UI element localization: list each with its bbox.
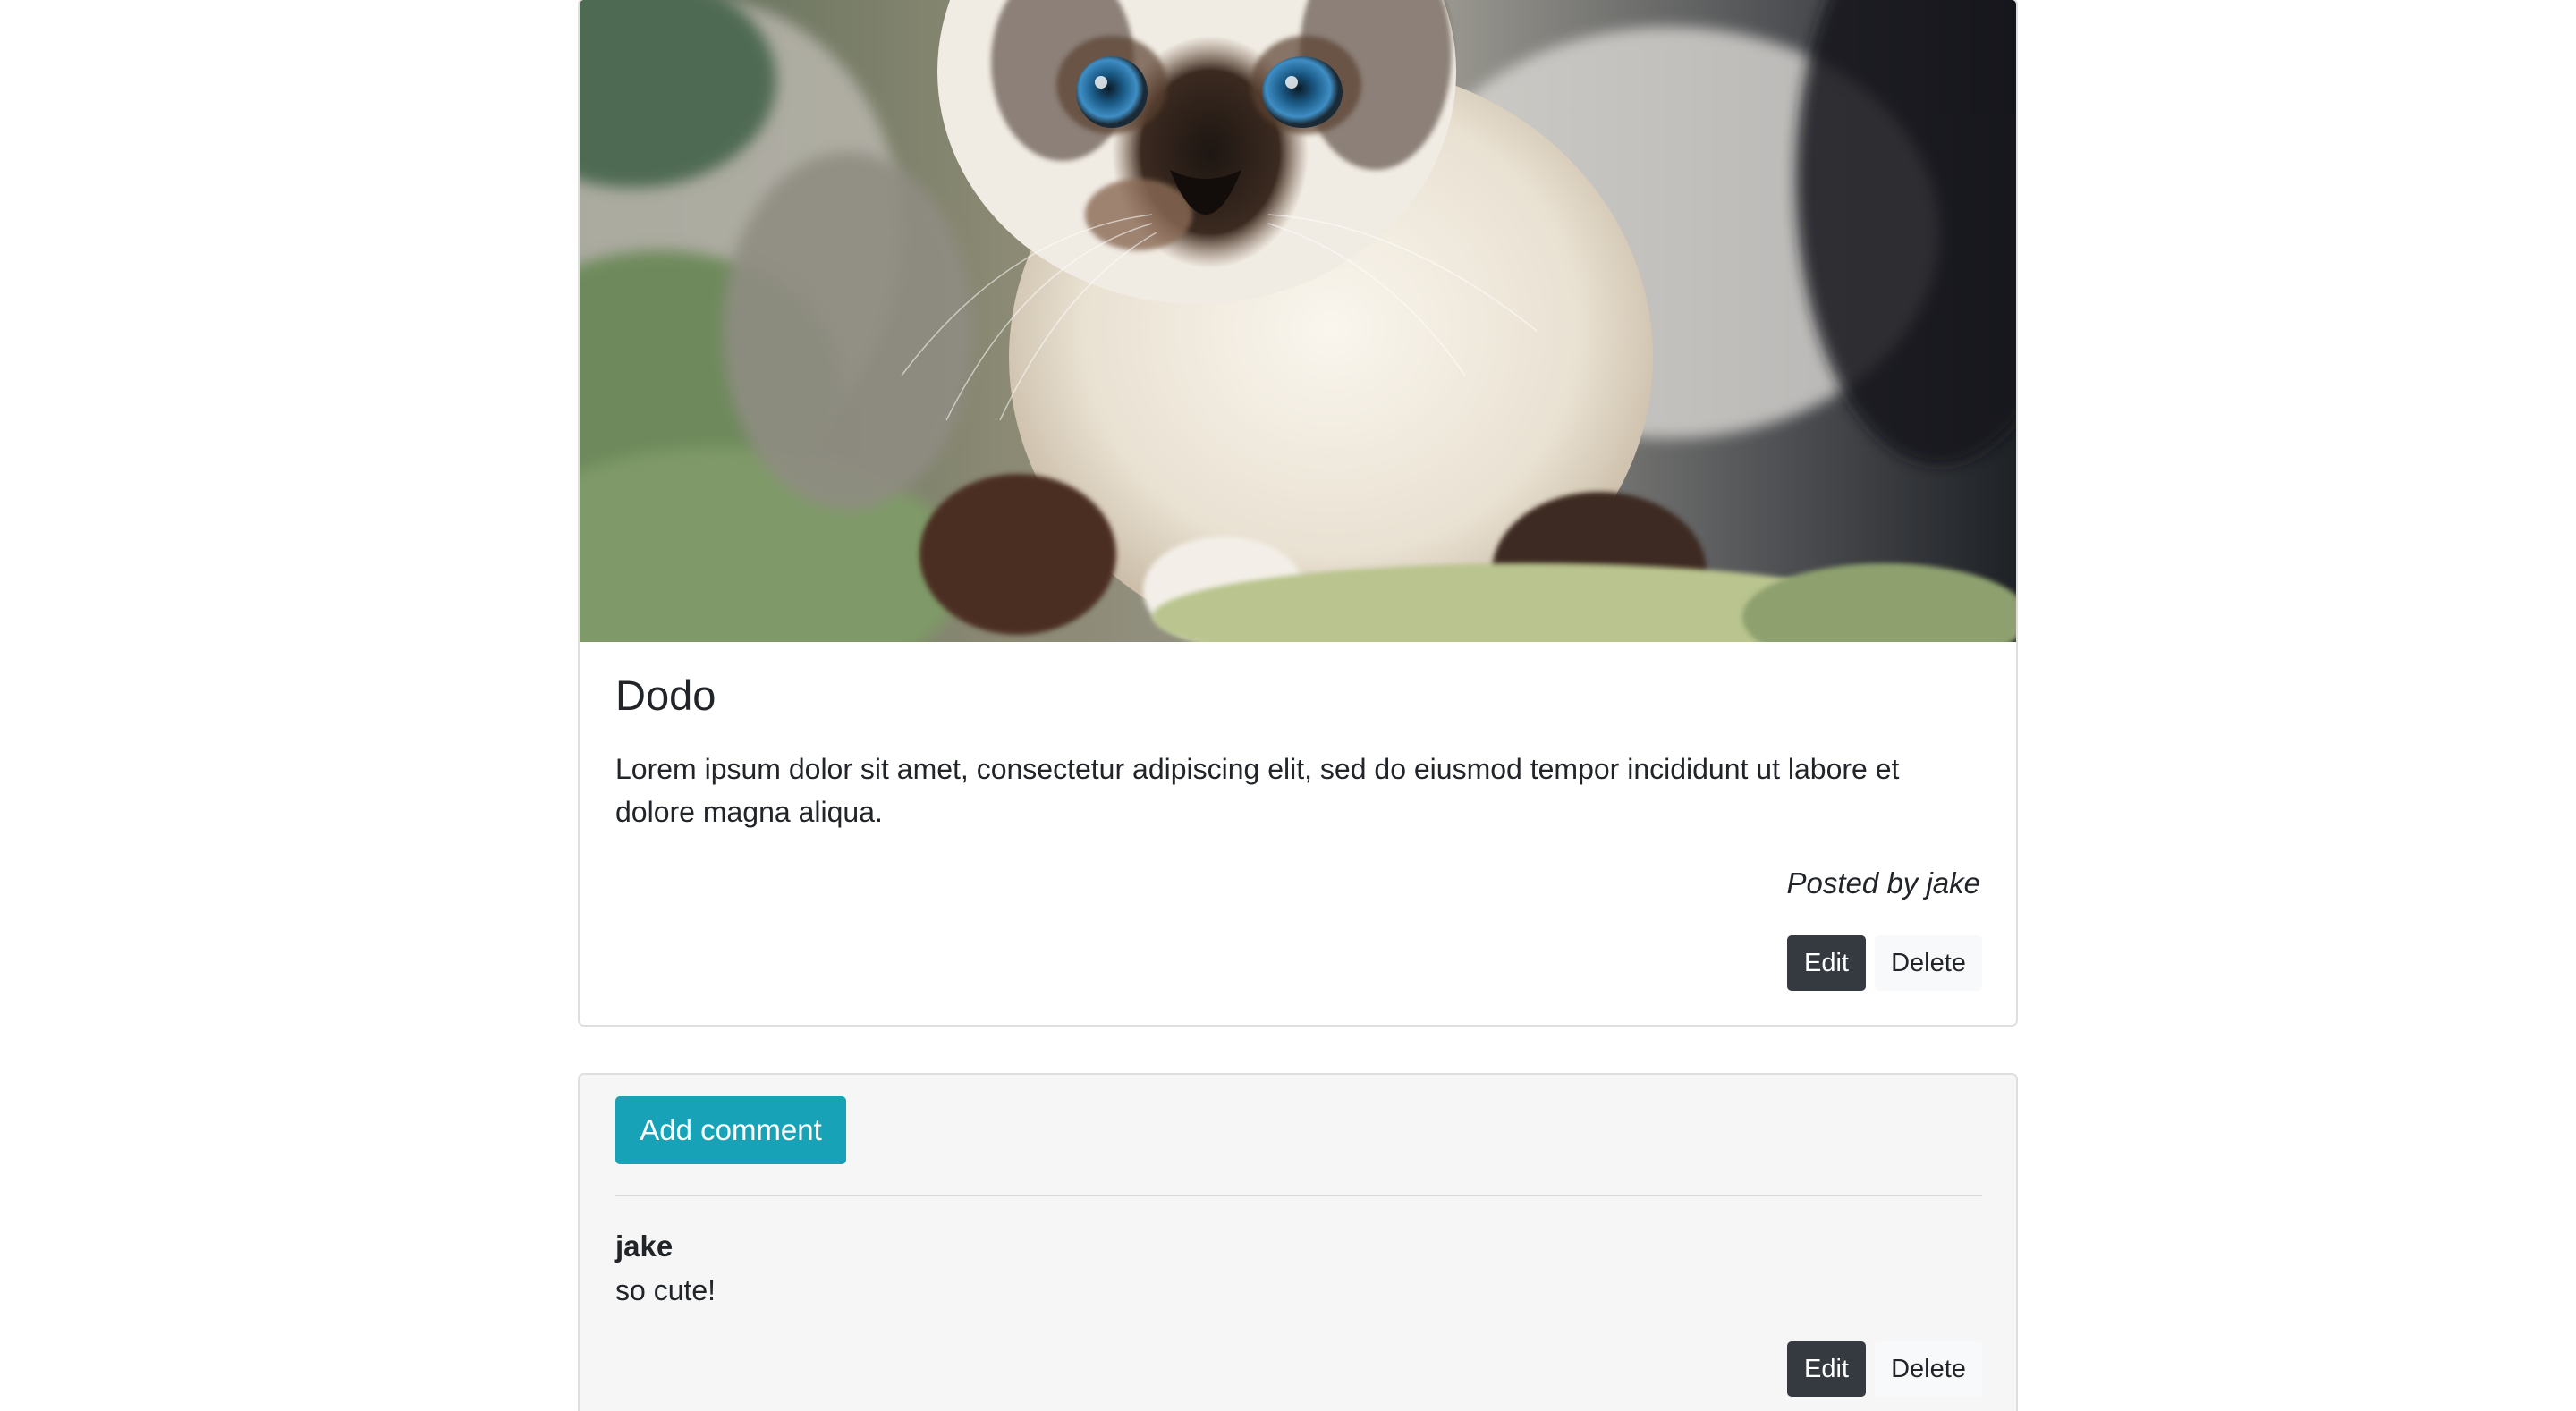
post-delete-button[interactable]: Delete bbox=[1875, 935, 1982, 991]
post-title: Dodo bbox=[615, 672, 716, 719]
add-comment-button[interactable]: Add comment bbox=[615, 1096, 846, 1164]
comment-edit-button[interactable]: Edit bbox=[1787, 1341, 1866, 1397]
comment-delete-button[interactable]: Delete bbox=[1875, 1341, 1982, 1397]
comments-divider bbox=[615, 1195, 1982, 1196]
post-image bbox=[580, 0, 2016, 642]
page: Dodo Lorem ipsum dolor sit amet, consect… bbox=[0, 0, 2576, 1411]
comment-author: jake bbox=[615, 1229, 674, 1263]
comment-text: so cute! bbox=[615, 1274, 716, 1306]
post-edit-button[interactable]: Edit bbox=[1787, 935, 1866, 991]
comments-card: Add comment jake so cute! Edit Delete bbox=[578, 1073, 2018, 1411]
post-body: Lorem ipsum dolor sit amet, consectetur … bbox=[615, 753, 1900, 828]
post-card: Dodo Lorem ipsum dolor sit amet, consect… bbox=[578, 0, 2018, 1027]
post-author: Posted by jake bbox=[1786, 866, 1980, 900]
